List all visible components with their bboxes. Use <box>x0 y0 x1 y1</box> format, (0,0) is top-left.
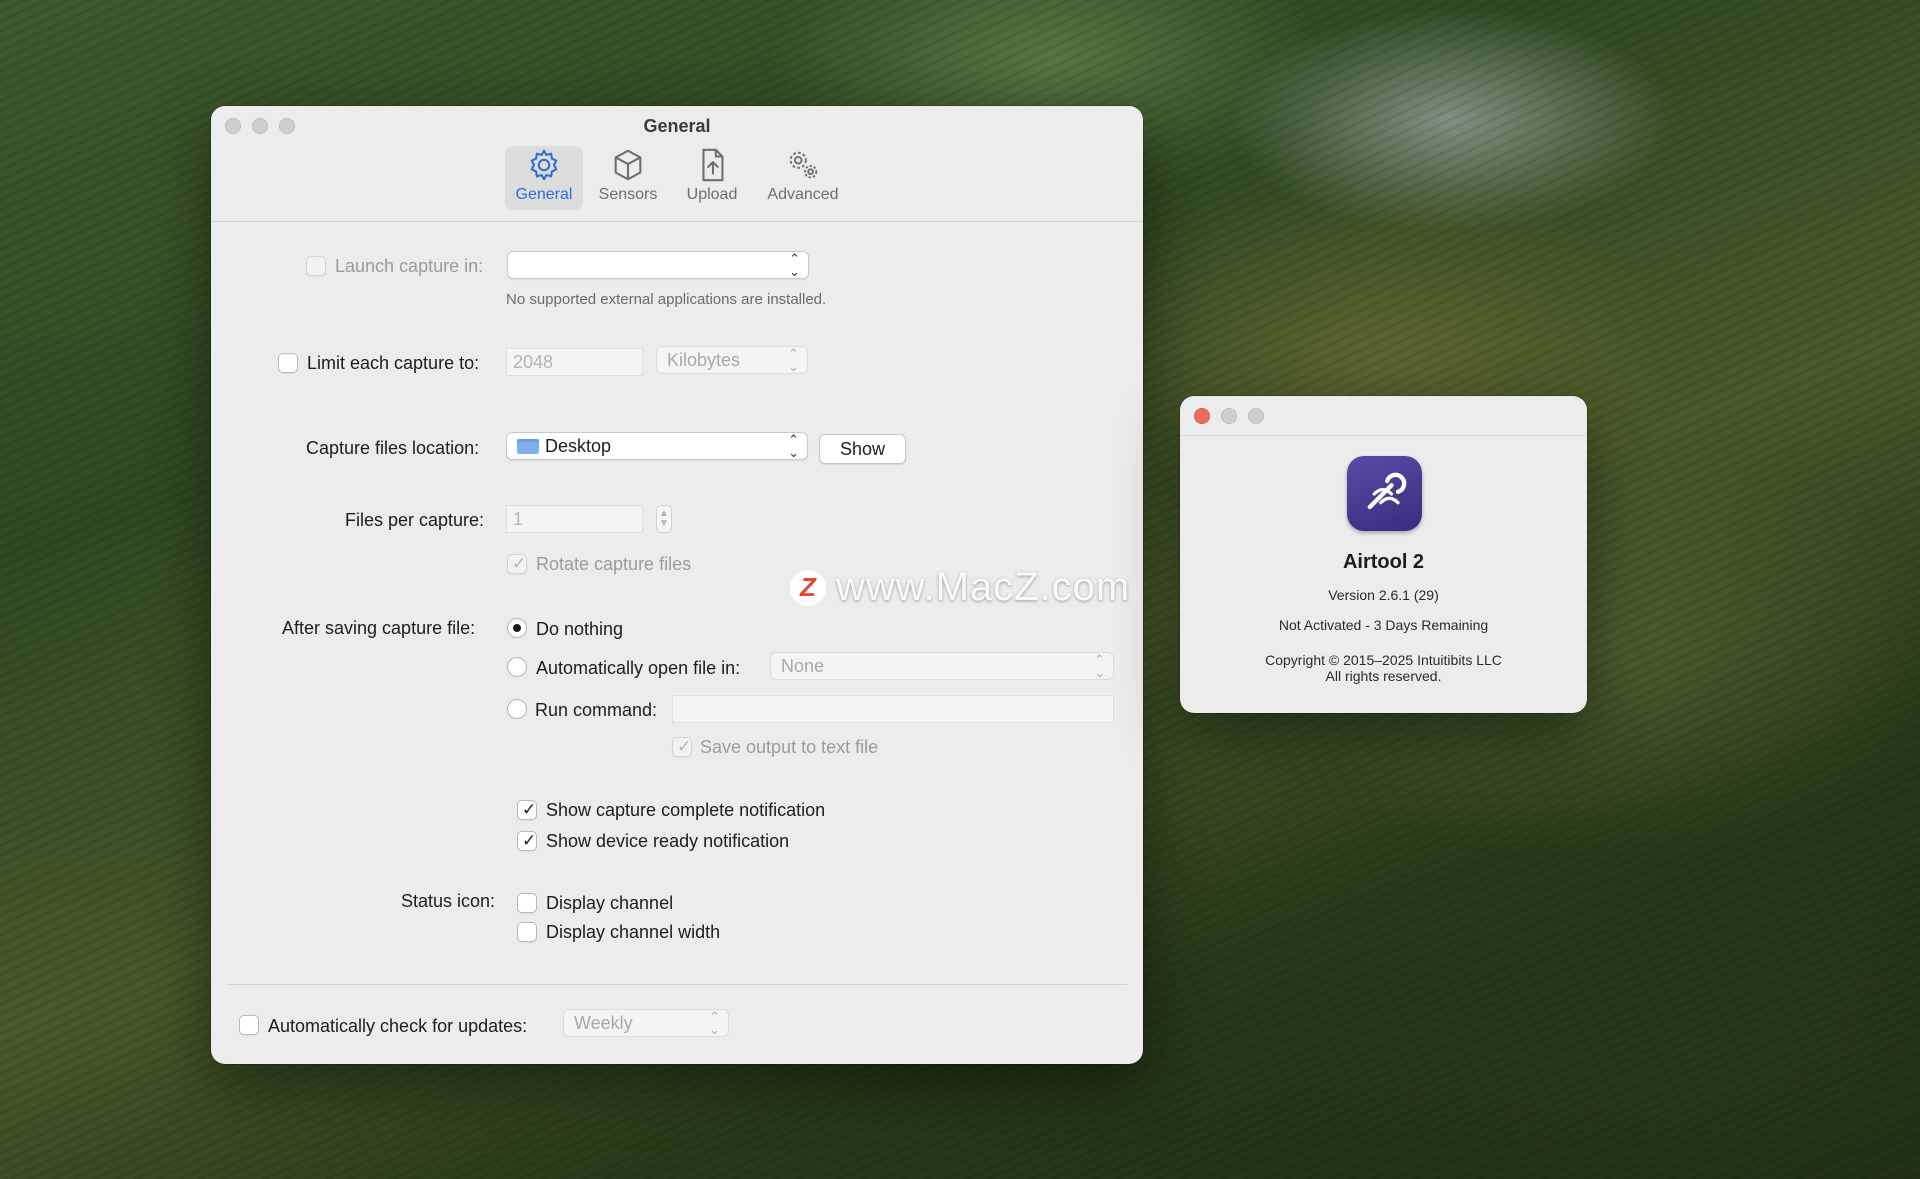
window-title: General <box>643 116 711 136</box>
launch-capture-label: Launch capture in: <box>335 256 484 276</box>
window-controls <box>1194 408 1264 424</box>
about-window: Airtool 2 Version 2.6.1 (29) Not Activat… <box>1180 396 1587 713</box>
display-channel-width-label: Display channel width <box>546 922 721 942</box>
checkmark-icon: ✓ <box>512 554 527 573</box>
folder-icon <box>517 439 539 454</box>
do-nothing-label: Do nothing <box>536 619 624 639</box>
copyright: Copyright © 2015–2025 Intuitibits LLC <box>1265 652 1502 668</box>
gear-icon <box>530 149 558 181</box>
display-channel-checkbox[interactable] <box>517 893 537 913</box>
after-saving-label: After saving capture file: <box>282 618 476 638</box>
updown-chevron-icon: ⌃ ⌄ <box>788 432 799 460</box>
launch-capture-popup[interactable]: ⌃ ⌄ <box>507 251 809 279</box>
files-per-capture-stepper[interactable]: ▲ ▼ <box>656 505 672 533</box>
cube-icon <box>614 149 642 181</box>
auto-update-label: Automatically check for updates: <box>268 1016 528 1036</box>
airtool-app-icon <box>1347 456 1422 531</box>
auto-update-checkbox[interactable] <box>239 1015 259 1035</box>
capture-complete-notification-checkbox[interactable]: ✓ <box>517 800 537 820</box>
tab-label: Upload <box>686 186 738 203</box>
tab-label: Sensors <box>598 186 658 203</box>
limit-unit-popup[interactable]: Kilobytes ⌃ ⌄ <box>656 346 808 374</box>
show-location-button[interactable]: Show <box>819 434 906 464</box>
display-channel-label: Display channel <box>546 893 674 913</box>
tab-label: General <box>515 186 573 203</box>
rotate-files-label: Rotate capture files <box>536 554 692 574</box>
location-label: Capture files location: <box>306 438 480 458</box>
limit-capture-checkbox[interactable] <box>278 353 298 373</box>
updown-chevron-icon: ⌃ ⌄ <box>789 251 800 279</box>
checkmark-icon: ✓ <box>522 800 537 819</box>
gears-icon <box>789 151 818 179</box>
status-icon-label: Status icon: <box>401 891 496 911</box>
separator <box>227 984 1127 985</box>
tab-label: Advanced <box>767 186 839 203</box>
activation-status: Not Activated - 3 Days Remaining <box>1278 617 1489 633</box>
update-frequency-popup[interactable]: Weekly ⌃ ⌄ <box>563 1009 729 1037</box>
tab-advanced[interactable]: Advanced <box>757 146 849 210</box>
macz-logo-icon: Z <box>790 569 826 606</box>
display-channel-width-checkbox[interactable] <box>517 922 537 942</box>
popup-value: None <box>781 656 825 676</box>
files-per-capture-input[interactable]: 1 <box>506 505 643 533</box>
window-titlebar: General General Sensors Upload Advanced <box>211 106 1143 222</box>
popup-value: Kilobytes <box>667 350 741 370</box>
location-popup[interactable]: Desktop ⌃ ⌄ <box>506 432 808 460</box>
tab-upload[interactable]: Upload <box>673 146 751 210</box>
upload-file-icon <box>702 148 724 182</box>
app-version: Version 2.6.1 (29) <box>1328 587 1439 603</box>
rotate-files-checkbox[interactable]: ✓ <box>507 554 527 574</box>
close-button[interactable] <box>1194 408 1210 424</box>
tab-sensors[interactable]: Sensors <box>589 146 667 210</box>
about-titlebar <box>1180 396 1587 436</box>
radio-run-command[interactable] <box>507 699 527 719</box>
launch-capture-checkbox[interactable] <box>306 256 326 276</box>
watermark: Z www.MacZ.com <box>790 565 1130 610</box>
run-command-label: Run command: <box>535 700 658 720</box>
capture-complete-notification-label: Show capture complete notification <box>546 800 826 820</box>
checkmark-icon: ✓ <box>677 737 692 756</box>
launch-capture-note: No supported external applications are i… <box>506 291 827 308</box>
preferences-toolbar: General Sensors Upload Advanced <box>211 146 1143 210</box>
minimize-button[interactable] <box>1221 408 1237 424</box>
radio-auto-open[interactable] <box>507 657 527 677</box>
limit-capture-label: Limit each capture to: <box>307 353 480 373</box>
run-command-input[interactable] <box>672 695 1114 723</box>
auto-open-app-popup[interactable]: None ⌃ ⌄ <box>770 652 1114 680</box>
save-output-label: Save output to text file <box>700 737 879 757</box>
tab-general[interactable]: General <box>505 146 583 210</box>
zoom-button[interactable] <box>1248 408 1264 424</box>
app-name: Airtool 2 <box>1342 551 1425 573</box>
popup-value: Weekly <box>574 1013 633 1033</box>
airtool-logo-icon <box>1367 472 1406 509</box>
updown-chevron-icon: ⌃ ⌄ <box>788 346 799 374</box>
limit-size-input[interactable]: 2048 <box>506 348 643 376</box>
rights-reserved: All rights reserved. <box>1325 668 1442 684</box>
updown-chevron-icon: ⌃ ⌄ <box>709 1009 720 1037</box>
watermark-text: www.MacZ.com <box>836 565 1131 609</box>
radio-do-nothing[interactable] <box>507 618 527 638</box>
auto-open-label: Automatically open file in: <box>536 658 741 678</box>
updown-chevron-icon: ⌃ ⌄ <box>1094 652 1105 680</box>
files-per-capture-label: Files per capture: <box>345 510 485 530</box>
save-output-checkbox[interactable]: ✓ <box>672 737 692 757</box>
device-ready-notification-label: Show device ready notification <box>546 831 790 851</box>
device-ready-notification-checkbox[interactable]: ✓ <box>517 831 537 851</box>
popup-value: Desktop <box>545 436 612 456</box>
general-settings-panel: Launch capture in: ⌃ ⌄ No supported exter… <box>211 222 1143 1064</box>
checkmark-icon: ✓ <box>522 831 537 850</box>
